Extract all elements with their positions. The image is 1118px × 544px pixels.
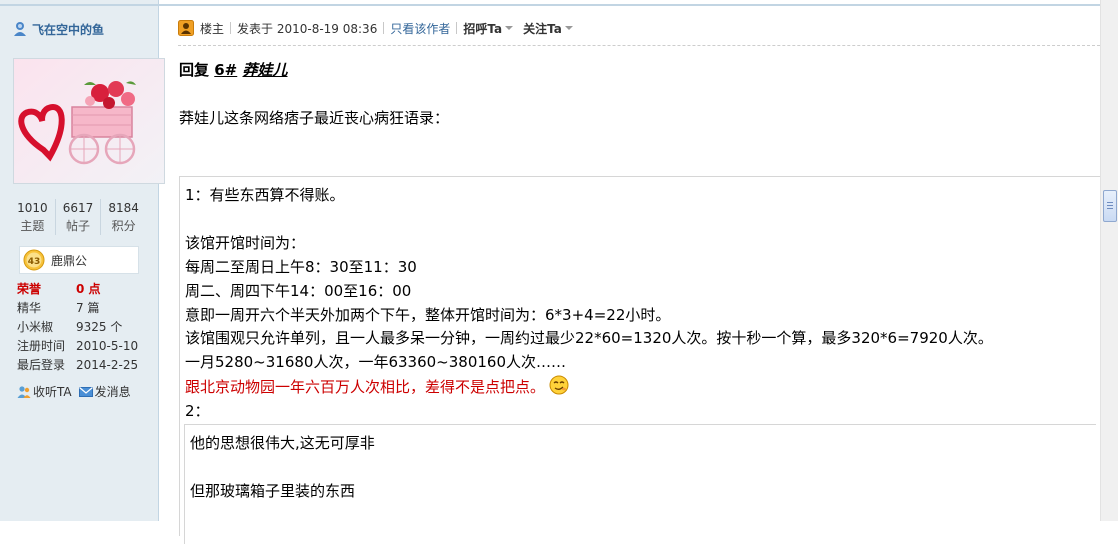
author-actions: 收听TA 发消息: [17, 383, 131, 400]
author-name-row[interactable]: 飞在空中的鱼: [12, 19, 104, 39]
stat-points[interactable]: 8184 积分: [100, 199, 146, 235]
send-message-label[interactable]: 发消息: [95, 383, 131, 400]
sidebar-top-divider: [0, 4, 158, 6]
level-number: 43: [28, 257, 41, 267]
info-value: 9325 个: [76, 320, 123, 334]
chevron-down-icon: [505, 26, 514, 30]
header-separator: [456, 22, 458, 34]
quote-block: 1：有些东西算不得账。 该馆开馆时间为： 每周二至周日上午8：30至11：30 …: [179, 176, 1100, 544]
nested-quote-block: 他的思想很伟大,这无可厚非 但那玻璃箱子里装的东西: [184, 424, 1096, 544]
info-key: 精华: [17, 301, 42, 315]
follow-ta-menu[interactable]: 关注Ta: [523, 20, 573, 37]
stat-label[interactable]: 主题: [10, 217, 55, 235]
header-separator: [383, 22, 385, 34]
scrollbar-grip: [1107, 205, 1113, 206]
greet-ta-label[interactable]: 招呼Ta: [463, 20, 502, 37]
info-key: 注册时间: [17, 339, 66, 353]
post-header: 楼主 发表于 2010-8-19 08:36 只看该作者 招呼Ta 关注Ta: [178, 17, 1098, 39]
follow-ta-label[interactable]: 收听TA: [33, 383, 72, 400]
post-intro-text: 莽娃儿这条网络痞子最近丧心病狂语录：: [179, 109, 450, 127]
author-info-list: 荣誉 0 点 精华 7 篇 小米椒 9325 个 注册时间 2010-5-10 …: [17, 280, 152, 375]
rank-title: 鹿鼎公: [51, 253, 88, 268]
scrollbar-thumb[interactable]: [1103, 190, 1117, 222]
header-separator: [230, 22, 232, 34]
info-key: 荣誉: [17, 282, 42, 296]
stat-value[interactable]: 6617: [56, 199, 101, 217]
quote-line: 一月5280~31680人次，一年63360~380160人次……: [185, 353, 567, 372]
info-row-last-login: 最后登录 2014-2-25: [17, 356, 152, 375]
thread-starter-label: 楼主: [200, 21, 225, 36]
users-icon: [17, 385, 31, 398]
info-value: 2014-2-25: [76, 358, 139, 372]
quote-line: 该馆围观只允许单列，且一人最多呆一分钟，一周约过最少22*60=1320人次。按…: [185, 329, 993, 348]
info-value: 7 篇: [76, 301, 100, 315]
quote-line: 该馆开馆时间为：: [185, 233, 306, 252]
envelope-icon: [78, 386, 93, 397]
quote-line: 每周二至周日上午8：30至11：30: [185, 257, 417, 276]
only-author-link[interactable]: 只看该作者: [390, 20, 450, 37]
author-stats: 1010 主题 6617 帖子 8184 积分: [10, 199, 146, 235]
stat-posts[interactable]: 6617 帖子: [54, 199, 101, 235]
info-row-digest: 精华 7 篇: [17, 299, 152, 318]
info-row-registered: 注册时间 2010-5-10: [17, 337, 152, 356]
page-scrollbar[interactable]: [1100, 0, 1118, 521]
stat-label[interactable]: 帖子: [56, 217, 101, 235]
quote-line: [185, 208, 1100, 232]
info-key: 最后登录: [17, 358, 66, 372]
quote-highlight-line: 跟北京动物园一年六百万人次相比，差得不是点把点。: [185, 375, 1100, 400]
reply-floor-link[interactable]: 6#: [214, 61, 237, 79]
author-sidebar: 飞在空中的鱼 1010 主题 6617 帖子 8184 积分 43 鹿鼎公 荣誉…: [0, 0, 165, 521]
follow-ta-menu-label[interactable]: 关注Ta: [523, 20, 562, 37]
author-avatar[interactable]: [13, 58, 165, 184]
scrollbar-grip: [1107, 202, 1113, 203]
reply-user-link[interactable]: 莽娃儿: [243, 61, 288, 79]
info-value: 0 点: [76, 282, 101, 296]
quote-line: 2：: [185, 402, 210, 421]
header-dashed-divider: [178, 45, 1100, 46]
info-row-pepper: 小米椒 9325 个: [17, 318, 152, 337]
quote-line: 1：有些东西算不得账。: [185, 186, 345, 204]
smiley-emoji-icon: [549, 375, 569, 395]
info-key: 小米椒: [17, 320, 54, 334]
nested-quote-line: [190, 455, 1096, 479]
quote-line: 意即一周开六个半天外加两个下午，整体开馆时间为：6*3+4=22小时。: [185, 305, 671, 324]
quote-line: 周二、周四下午14：00至16：00: [185, 281, 412, 300]
post-timestamp: 发表于 2010-8-19 08:36: [237, 21, 378, 36]
stat-value[interactable]: 1010: [10, 199, 55, 217]
author-name[interactable]: 飞在空中的鱼: [32, 21, 104, 38]
greet-ta-menu[interactable]: 招呼Ta: [463, 20, 514, 37]
level-badge-icon: 43: [23, 249, 45, 271]
quote-highlight-text: 跟北京动物园一年六百万人次相比，差得不是点把点。: [185, 378, 546, 397]
send-message-button[interactable]: 发消息: [78, 383, 131, 400]
post-top-divider: [159, 4, 1100, 6]
nested-quote-line: 但那玻璃箱子里装的东西: [190, 482, 356, 500]
thread-starter-icon: [178, 20, 194, 36]
reply-title: 回复 6# 莽娃儿: [179, 59, 288, 80]
user-rank-badge: 43 鹿鼎公: [19, 246, 139, 274]
online-user-icon: [14, 22, 26, 36]
chevron-down-icon: [564, 26, 573, 30]
info-value: 2010-5-10: [76, 339, 139, 353]
nested-quote-line: 他的思想很伟大,这无可厚非: [190, 434, 375, 452]
stat-value[interactable]: 8184: [101, 199, 146, 217]
reply-prefix: 回复: [179, 61, 210, 79]
info-row-honor: 荣誉 0 点: [17, 280, 152, 299]
stat-label[interactable]: 积分: [101, 217, 146, 235]
follow-ta-button[interactable]: 收听TA: [17, 383, 72, 400]
scrollbar-grip: [1107, 208, 1113, 209]
stat-topics[interactable]: 1010 主题: [10, 199, 55, 235]
avatar-image: [14, 59, 164, 183]
